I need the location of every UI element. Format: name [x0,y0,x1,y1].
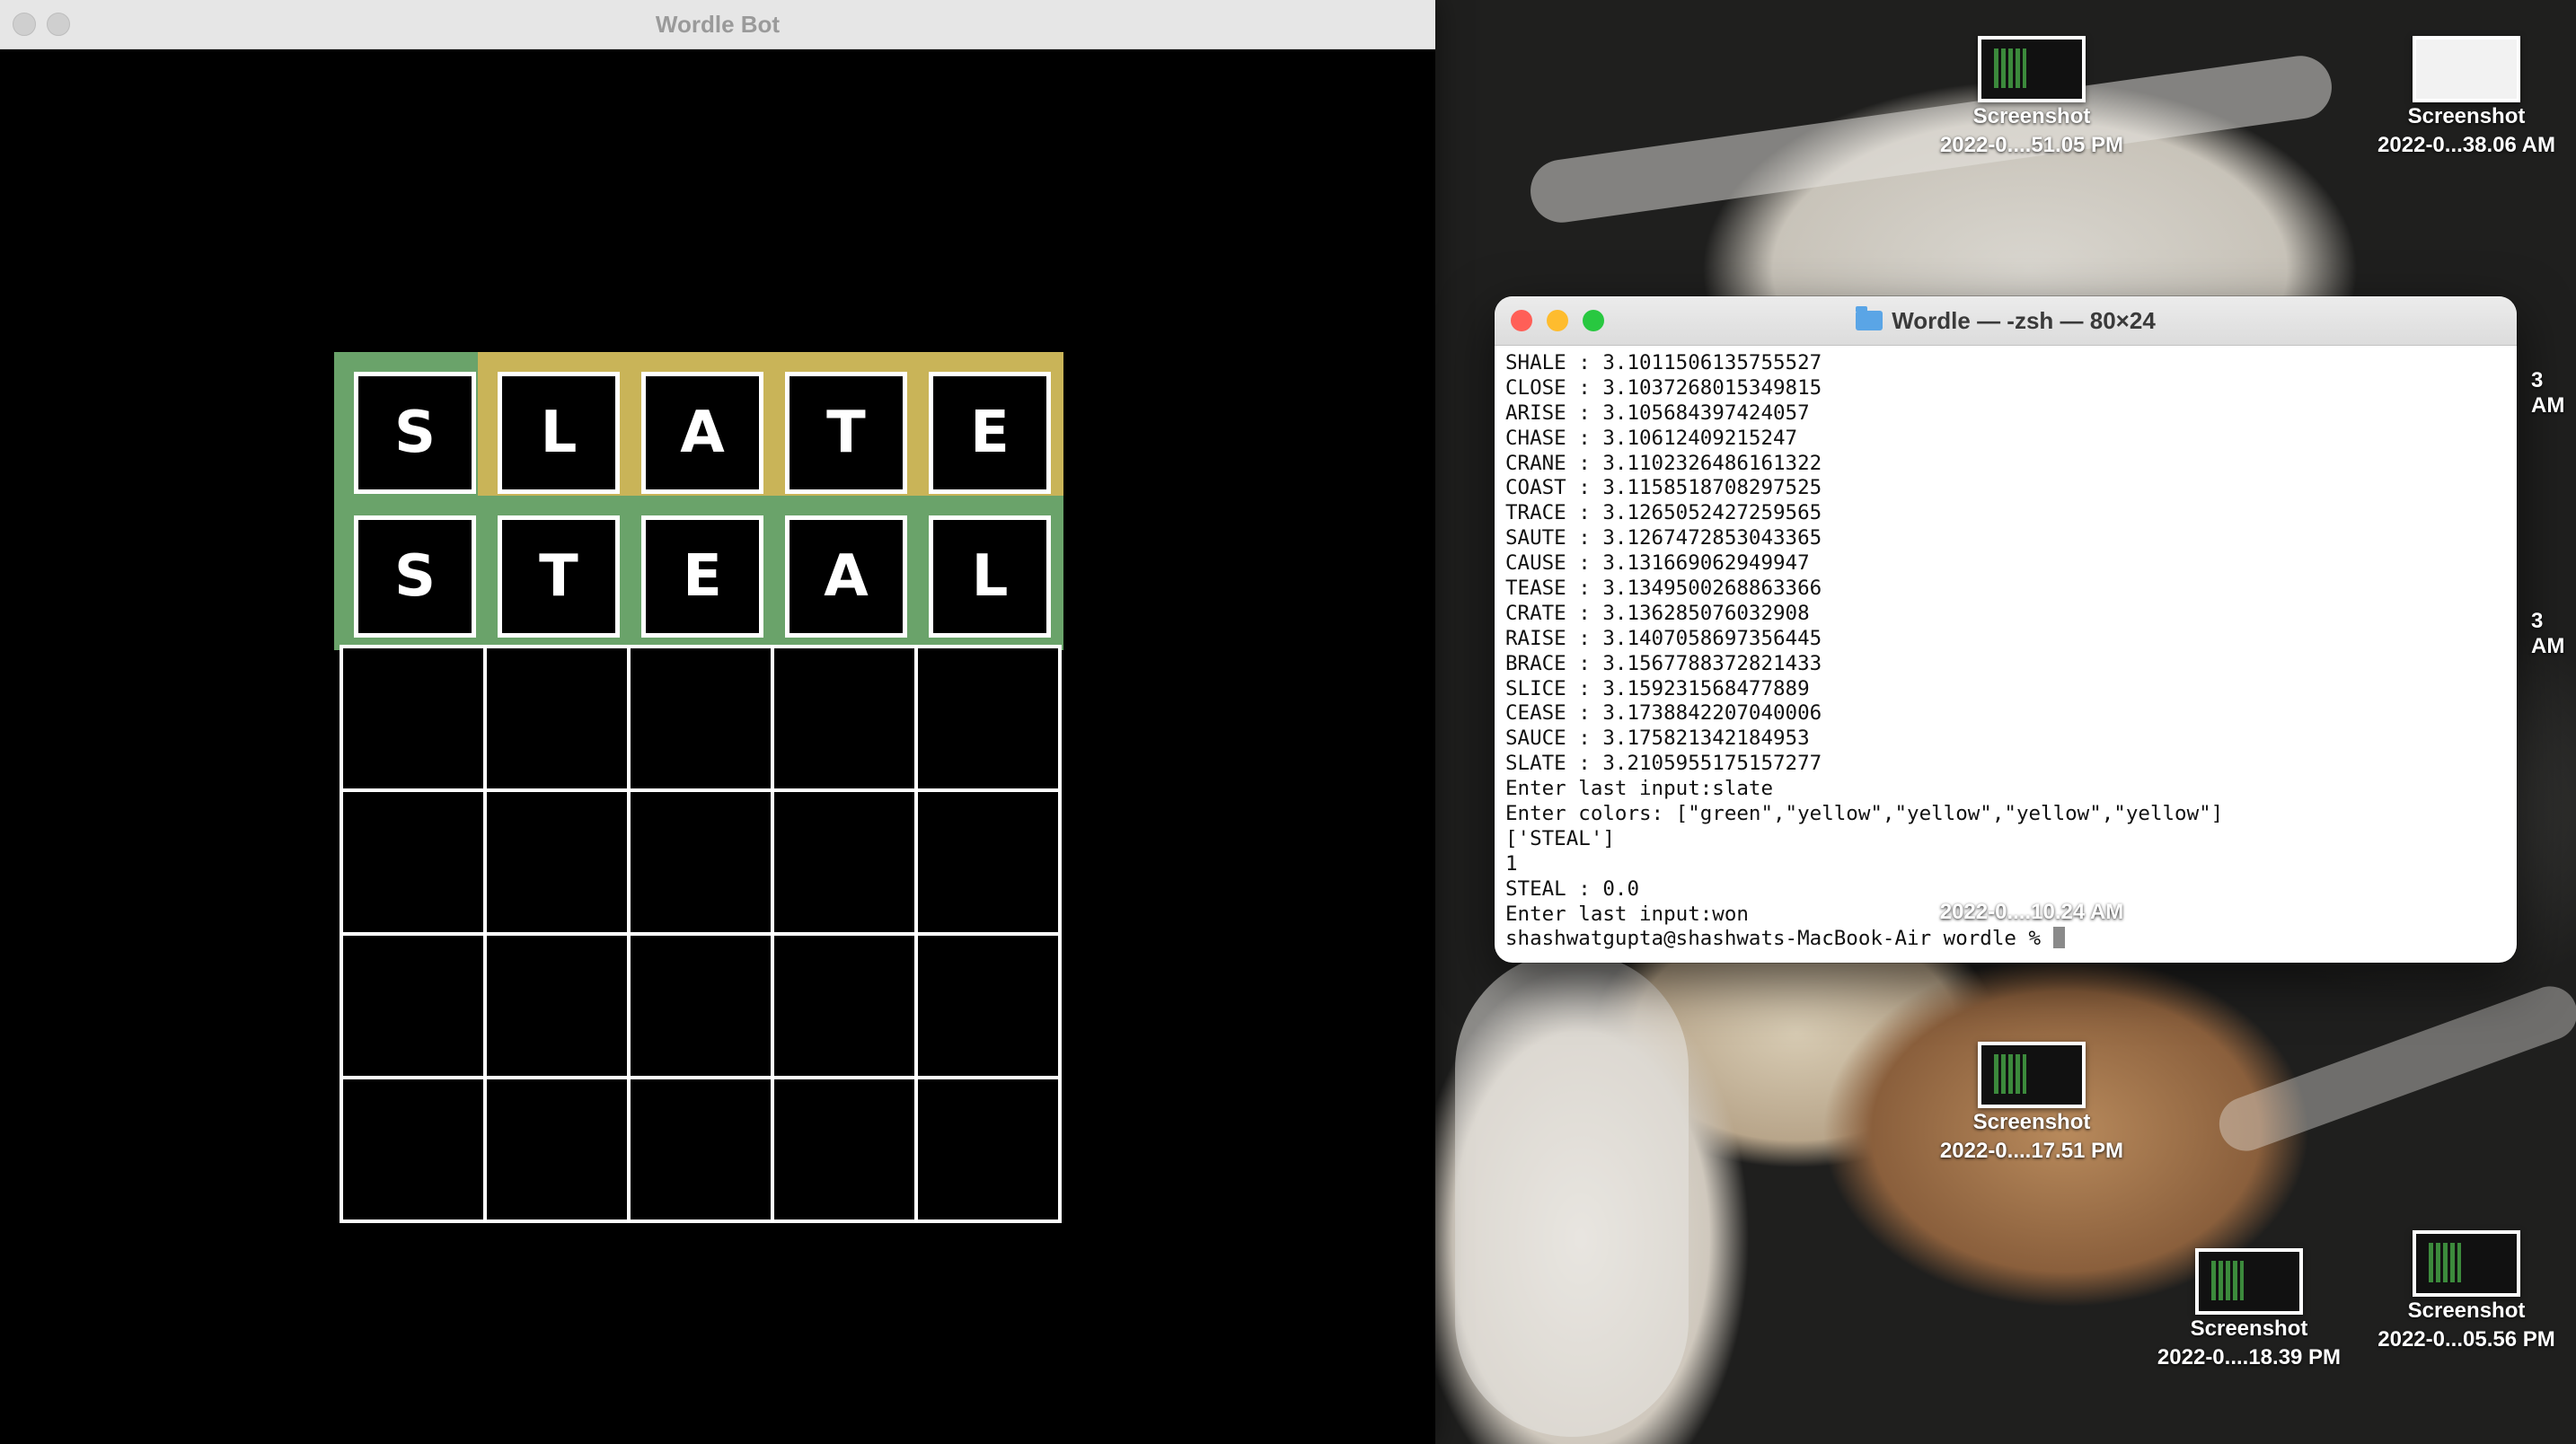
letter-tile: L [929,515,1051,638]
terminal-title-text: Wordle — -zsh — 80×24 [1892,307,2156,334]
desktop-icon-screenshot[interactable]: Screenshot 2022-0...05.56 PM [2350,1230,2576,1354]
letter-tile: S [354,372,476,494]
letter-tile: E [641,515,763,638]
terminal-line: CHASE : 3.10612409215247 [1505,426,1798,450]
terminal-line: TRACE : 3.1265052427259565 [1505,501,1822,525]
icon-date: 2022-0...05.56 PM [2378,1327,2555,1352]
terminal-line: Enter last input:slate [1505,777,1774,801]
grid-preview [1994,48,2026,88]
empty-cell [483,1076,631,1223]
empty-cell [771,932,918,1079]
icon-date: 2022-0....10.24 AM [1939,900,2124,924]
empty-cell [340,1076,487,1223]
folder-icon [1856,306,1883,330]
icon-date: 2022-0...38.06 AM [2378,133,2555,157]
terminal-line: CLOSE : 3.1037268015349815 [1505,375,1822,400]
terminal-titlebar[interactable]: Wordle — -zsh — 80×24 [1495,296,2517,346]
letter-tile: T [785,372,907,494]
terminal-line: CAUSE : 3.131669062949947 [1505,551,1810,576]
terminal-line: ARISE : 3.105684397424057 [1505,401,1810,425]
terminal-line: 1 [1505,851,1518,876]
text-cursor [2052,927,2065,949]
wordle-bot-window: Wordle Bot SLATESTEAL [0,0,1435,1444]
terminal-window: Wordle — -zsh — 80×24 SHALE : 3.10115061… [1495,296,2517,963]
thumbnail-icon [2413,1230,2520,1297]
terminal-line: CRANE : 3.1102326486161322 [1505,451,1822,475]
empty-cell [340,932,487,1079]
desktop-icon-screenshot[interactable]: Screenshot 2022-0...38.06 AM [2350,36,2576,160]
letter-tile: E [929,372,1051,494]
terminal-line: CEASE : 3.1738842207040006 [1505,701,1822,726]
terminal-line: SLATE : 3.2105955175157277 [1505,752,1822,776]
empty-cell [340,788,487,936]
thumbnail-icon [2195,1248,2303,1315]
desktop-icon-screenshot[interactable]: Screenshot 2022-0....51.05 PM [1915,36,2148,160]
grid-preview [2429,1243,2461,1282]
grid-preview [1994,1054,2026,1094]
letter-tile: A [641,372,763,494]
empty-cell [914,645,1062,792]
empty-cell [771,1076,918,1223]
terminal-line: SLICE : 3.159231568477889 [1505,676,1810,700]
letter-tile: A [785,515,907,638]
icon-filename: Screenshot [2407,1299,2526,1323]
terminal-line: SAUTE : 3.1267472853043365 [1505,526,1822,550]
terminal-line: CRATE : 3.136285076032908 [1505,601,1810,625]
empty-cell [771,645,918,792]
empty-cell [771,788,918,936]
terminal-title: Wordle — -zsh — 80×24 [1495,296,2517,345]
icon-date: 2022-0....51.05 PM [1939,133,2124,157]
desktop-icon-screenshot[interactable]: Screenshot 2022-0....18.39 PM [2132,1248,2366,1372]
terminal-line: BRACE : 3.1567788372821433 [1505,651,1822,675]
empty-cell [483,788,631,936]
terminal-line: Enter colors: ["green","yellow","yellow"… [1505,802,2224,826]
empty-cell [627,645,774,792]
desktop-icon-screenshot[interactable]: 2022-0....10.24 AM [1915,898,2148,927]
empty-cell [627,1076,774,1223]
terminal-prompt[interactable]: shashwatgupta@shashwats-MacBook-Air word… [1505,927,2506,952]
terminal-line: COAST : 3.1158518708297525 [1505,476,1822,500]
desktop-icon-screenshot[interactable]: Screenshot 2022-0....17.51 PM [1915,1042,2148,1166]
letter-tile: L [498,372,620,494]
thumbnail-icon [2413,36,2520,102]
prompt-text: shashwatgupta@shashwats-MacBook-Air word… [1505,927,2053,951]
empty-cell [627,788,774,936]
terminal-line: SAUCE : 3.175821342184953 [1505,726,1810,751]
thumbnail-icon [1978,36,2086,102]
empty-cell [627,932,774,1079]
empty-cell [914,1076,1062,1223]
icon-filename: Screenshot [2190,1316,2308,1341]
partial-label: 3 AM [2531,368,2565,418]
empty-cell [914,932,1062,1079]
icon-filename: Screenshot [1972,1110,2091,1134]
icon-date: 2022-0....18.39 PM [2157,1345,2342,1369]
partial-label: 3 AM [2531,609,2565,658]
empty-cell [483,932,631,1079]
icon-date: 2022-0....17.51 PM [1939,1139,2124,1163]
terminal-line: TEASE : 3.1349500268863366 [1505,577,1822,601]
empty-cell [340,645,487,792]
terminal-line: SHALE : 3.1011506135755527 [1505,351,1822,374]
wordle-titlebar[interactable]: Wordle Bot [0,0,1435,49]
letter-tile: T [498,515,620,638]
terminal-line: ['STEAL'] [1505,826,1615,850]
empty-cell [914,788,1062,936]
letter-tile: S [354,515,476,638]
window-title: Wordle Bot [655,11,781,38]
icon-filename: Screenshot [1972,104,2091,128]
thumbnail-icon [1978,1042,2086,1108]
terminal-output[interactable]: SHALE : 3.1011506135755527 CLOSE : 3.1037… [1495,346,2517,957]
grid-preview [2211,1261,2244,1300]
icon-filename: Screenshot [2407,104,2526,128]
empty-cell [483,645,631,792]
terminal-line: RAISE : 3.1407058697356445 [1505,626,1822,650]
